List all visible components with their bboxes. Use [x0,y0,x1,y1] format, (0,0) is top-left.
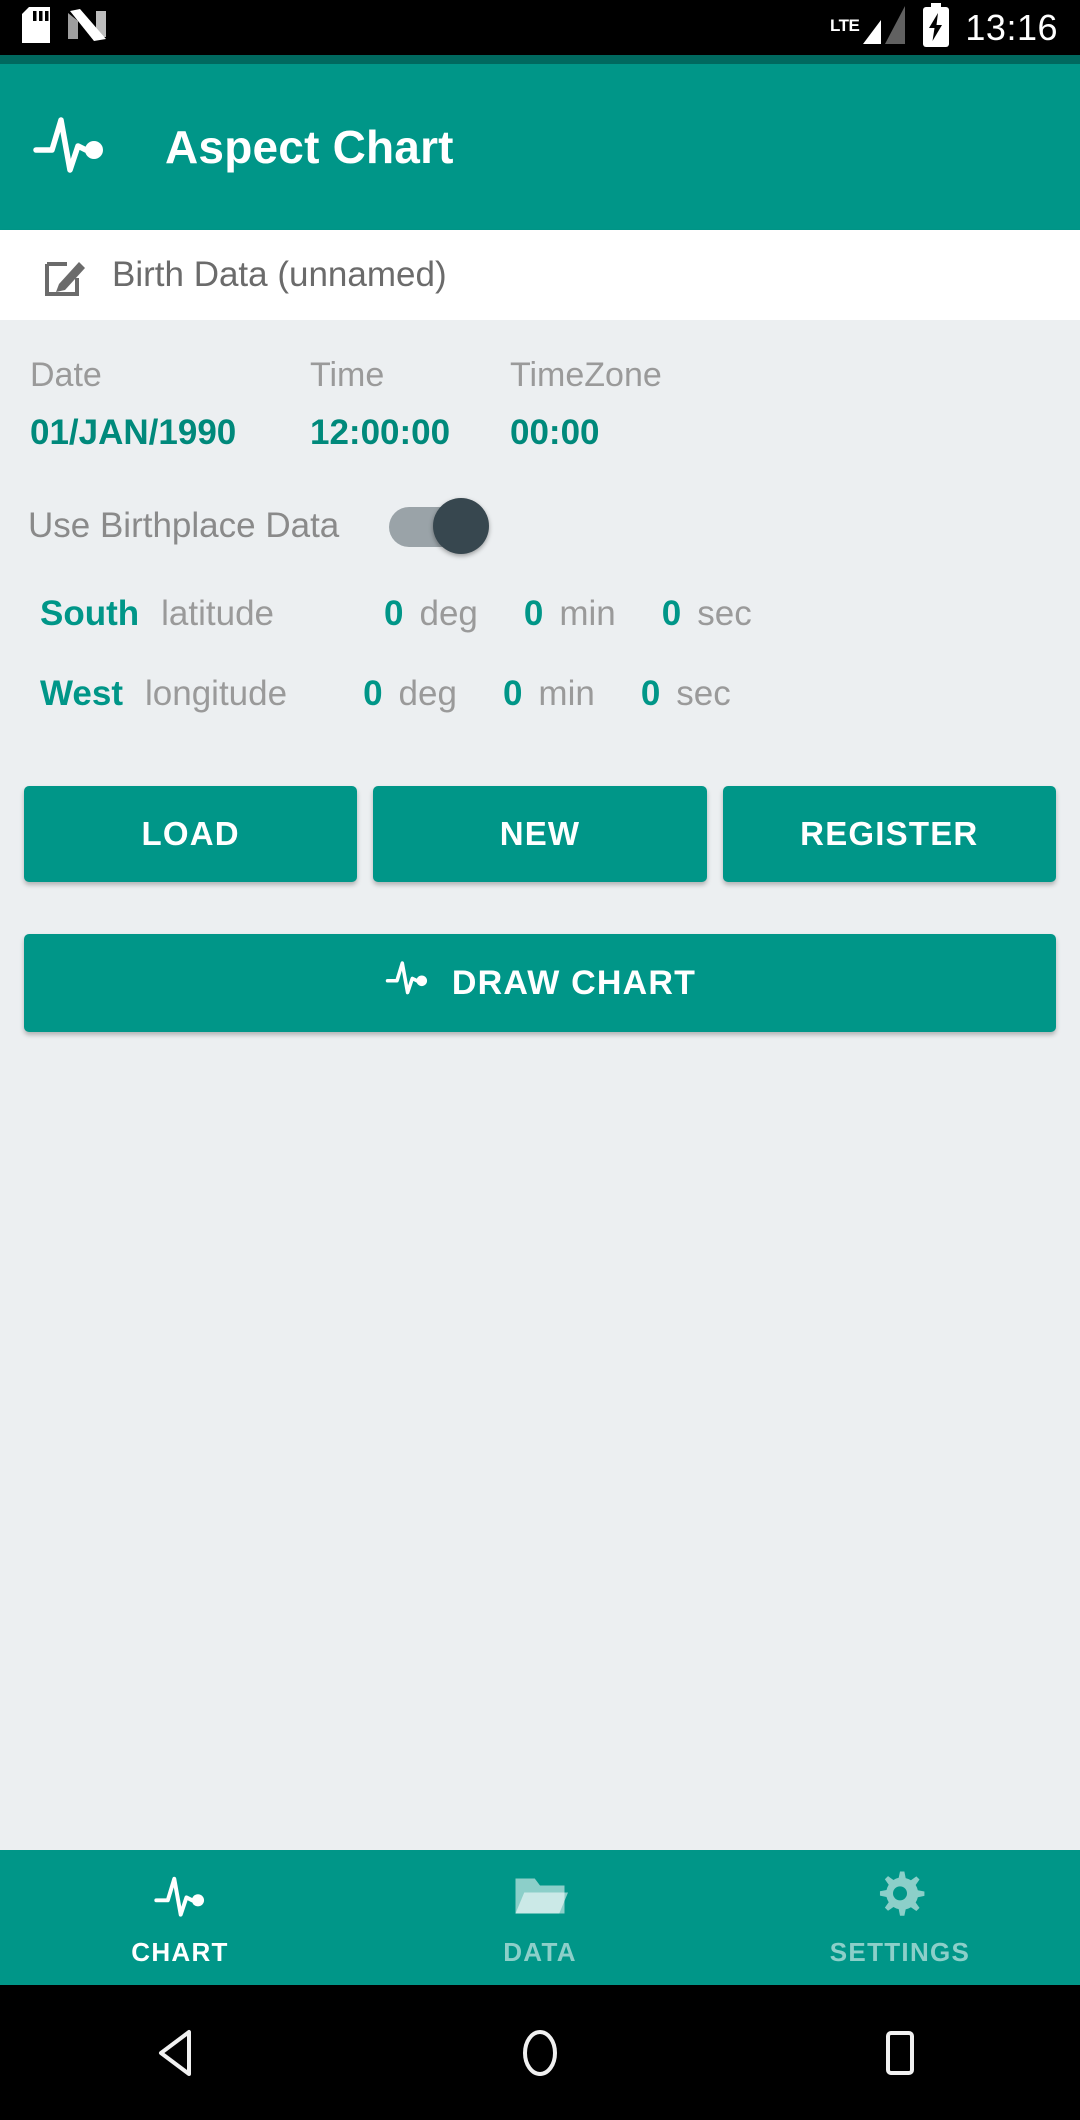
toggle-thumb[interactable] [433,498,490,554]
status-bar-scrim [0,55,1080,64]
back-triangle-icon[interactable] [120,2008,240,2098]
date-value[interactable]: 01/JAN/1990 [30,413,310,453]
latitude-min-value[interactable]: 0 [524,594,543,634]
datetime-values-row: 01/JAN/1990 12:00:00 00:00 [0,395,1080,453]
new-button[interactable]: NEW [373,786,707,882]
gear-icon [872,1868,928,1929]
register-button[interactable]: REGISTER [722,786,1056,882]
network-type-label: LTE [830,16,860,35]
bottom-nav-label-data: DATA [503,1936,577,1967]
home-circle-icon[interactable] [480,2008,600,2098]
draw-chart-row: DRAW CHART [0,882,1080,1032]
longitude-min-value[interactable]: 0 [503,674,522,714]
signal-bars-icon [861,4,907,51]
action-buttons-row: LOAD NEW REGISTER [0,714,1080,882]
pulse-chart-icon [384,956,430,1011]
recents-square-icon[interactable] [840,2008,960,2098]
latitude-deg-unit: deg [419,594,478,633]
bottom-nav-label-settings: SETTINGS [829,1936,971,1967]
app-title: Aspect Chart [165,121,454,173]
bottom-nav-item-settings[interactable]: SETTINGS [720,1850,1080,1985]
longitude-deg-value[interactable]: 0 [363,674,382,714]
latitude-sec-unit: sec [697,594,752,633]
bottom-nav-item-chart[interactable]: CHART [0,1850,360,1992]
phone-screen: LTE 13:16 Aspect Chart Birth Data (unnam… [0,0,1080,2120]
time-value[interactable]: 12:00:00 [310,413,510,453]
datetime-header-row: Date Time TimeZone [0,320,1080,395]
latitude-row: South latitude 0 deg 0 min 0 sec [0,554,1080,634]
latitude-min-unit: min [559,594,616,633]
draw-chart-label: DRAW CHART [451,963,697,1002]
use-birthplace-toggle[interactable] [389,498,490,554]
folder-icon [512,1868,568,1929]
sd-card-icon [22,7,50,48]
signal-indicator: LTE [830,4,907,51]
status-bar-right-icons: LTE 13:16 [830,3,1058,52]
edit-pencil-icon[interactable] [42,251,90,299]
pulse-chart-icon [152,1868,208,1929]
longitude-direction[interactable]: West [40,674,123,714]
timezone-value[interactable]: 00:00 [510,413,710,453]
longitude-deg-unit: deg [398,674,457,713]
latitude-deg-value[interactable]: 0 [384,594,403,634]
main-content: Date Time TimeZone 01/JAN/1990 12:00:00 … [0,320,1080,1850]
bottom-navigation: CHART DATA SETTINGS [0,1850,1080,1992]
bottom-nav-item-data[interactable]: DATA [360,1850,720,1985]
android-nougat-icon [68,7,106,48]
longitude-sec-value[interactable]: 0 [641,674,660,714]
latitude-direction[interactable]: South [40,594,139,634]
birth-data-header[interactable]: Birth Data (unnamed) [0,230,1080,320]
android-status-bar: LTE 13:16 [0,0,1080,55]
status-bar-clock: 13:16 [965,6,1058,48]
longitude-label: longitude [145,674,288,713]
bottom-nav-label-chart: CHART [131,1936,229,1967]
pulse-chart-icon [30,108,108,186]
android-navigation-bar [0,1985,1080,2120]
time-header: Time [310,356,385,394]
timezone-header: TimeZone [510,356,662,394]
latitude-sec-value[interactable]: 0 [662,594,681,634]
latitude-label: latitude [161,594,275,633]
longitude-sec-unit: sec [676,674,731,713]
load-button[interactable]: LOAD [24,786,358,882]
app-bar: Aspect Chart [0,64,1080,230]
use-birthplace-row: Use Birthplace Data [0,453,1080,554]
battery-charging-icon [921,3,951,52]
draw-chart-button[interactable]: DRAW CHART [24,934,1056,1032]
birth-data-label: Birth Data (unnamed) [112,255,447,294]
longitude-min-unit: min [538,674,595,713]
longitude-row: West longitude 0 deg 0 min 0 sec [0,634,1080,714]
use-birthplace-label: Use Birthplace Data [28,506,340,545]
status-bar-left-icons [22,7,106,48]
date-header: Date [30,356,102,394]
